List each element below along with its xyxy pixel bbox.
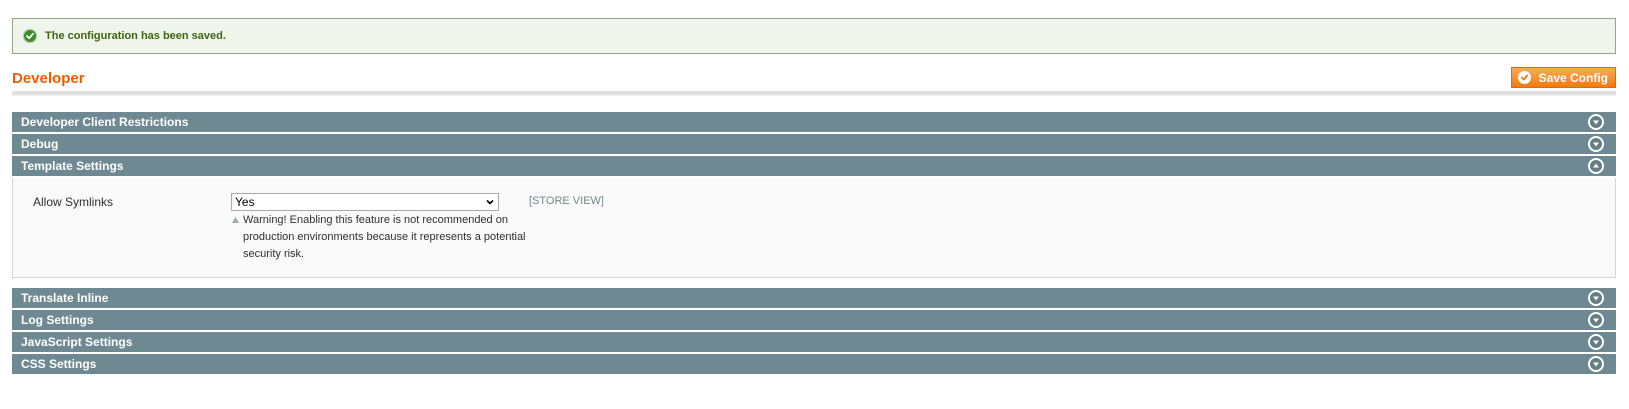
checkmark-icon [1517, 71, 1531, 84]
expand-arrow-icon[interactable] [1588, 356, 1604, 372]
note-arrow-icon [232, 217, 239, 223]
allow-symlinks-select[interactable]: Yes [231, 193, 499, 211]
allow-symlinks-label: Allow Symlinks [33, 195, 114, 209]
expand-arrow-icon[interactable] [1588, 114, 1604, 130]
section-title: Debug [21, 137, 59, 151]
success-message-text: The configuration has been saved. [45, 30, 226, 42]
header-divider [12, 91, 1616, 96]
section-template-settings[interactable]: Template Settings [12, 156, 1616, 177]
section-javascript-settings[interactable]: JavaScript Settings [12, 332, 1616, 353]
expand-arrow-icon[interactable] [1588, 312, 1604, 328]
section-title: CSS Settings [21, 357, 97, 371]
section-log-settings[interactable]: Log Settings [12, 310, 1616, 331]
section-title: JavaScript Settings [21, 335, 133, 349]
expand-arrow-icon[interactable] [1588, 290, 1604, 306]
section-title: Translate Inline [21, 291, 109, 305]
save-config-button[interactable]: Save Config [1510, 67, 1616, 88]
section-title: Developer Client Restrictions [21, 115, 189, 129]
scope-label: [STORE VIEW] [529, 195, 604, 207]
section-developer-client-restrictions[interactable]: Developer Client Restrictions [12, 112, 1616, 133]
section-debug[interactable]: Debug [12, 134, 1616, 155]
save-config-label: Save Config [1538, 70, 1608, 85]
collapse-arrow-icon[interactable] [1588, 158, 1604, 174]
page-title: Developer [12, 70, 85, 87]
success-check-icon [23, 29, 37, 43]
section-translate-inline[interactable]: Translate Inline [12, 288, 1616, 309]
section-css-settings[interactable]: CSS Settings [12, 354, 1616, 375]
expand-arrow-icon[interactable] [1588, 136, 1604, 152]
expand-arrow-icon[interactable] [1588, 334, 1604, 350]
section-title: Log Settings [21, 313, 94, 327]
chevron-down-icon [486, 199, 494, 205]
section-title: Template Settings [21, 159, 124, 173]
allow-symlinks-comment-text: Warning! Enabling this feature is not re… [243, 214, 526, 260]
allow-symlinks-value: Yes [235, 195, 255, 209]
template-settings-panel: Allow Symlinks Yes Warning! Enabling thi… [12, 178, 1616, 278]
config-page: The configuration has been saved. Develo… [0, 0, 1629, 409]
success-message: The configuration has been saved. [12, 18, 1616, 54]
allow-symlinks-comment: Warning! Enabling this feature is not re… [232, 212, 528, 263]
